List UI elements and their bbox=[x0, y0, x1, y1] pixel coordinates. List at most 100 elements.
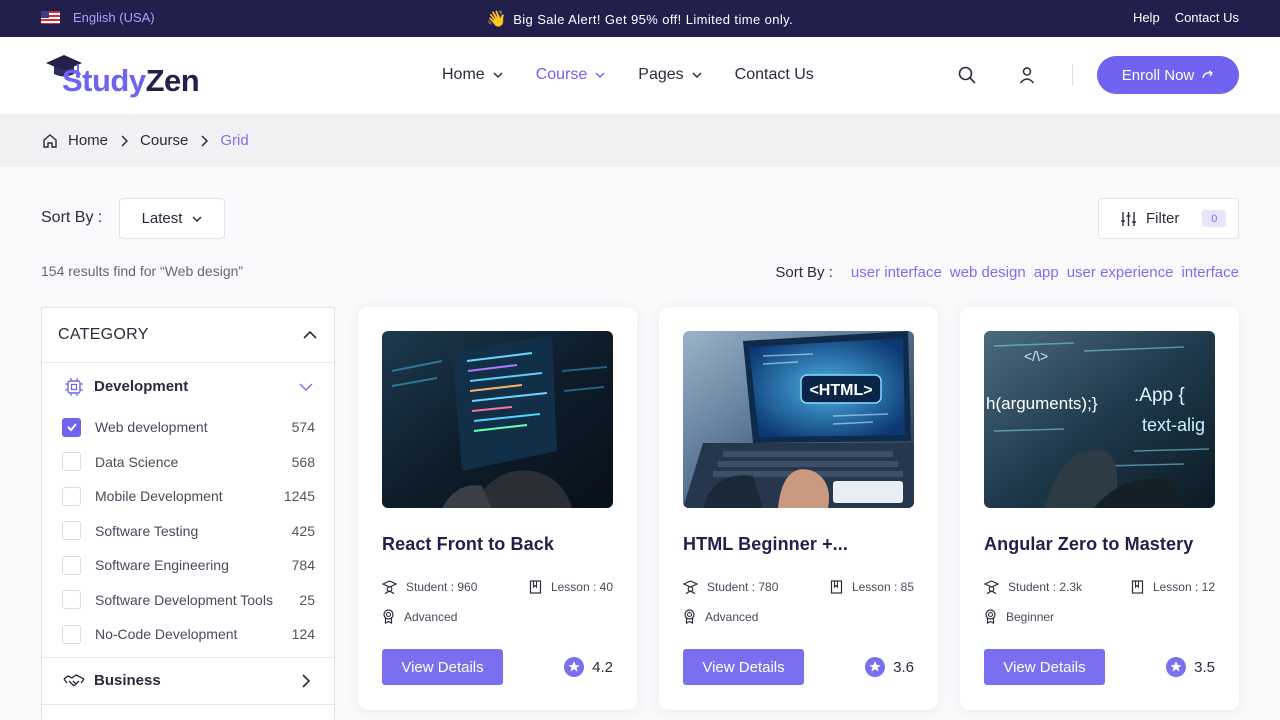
subcategory-software-engineering[interactable]: Software Engineering 784 bbox=[42, 548, 334, 583]
student-icon bbox=[984, 580, 999, 594]
subcategory-software-testing[interactable]: Software Testing 425 bbox=[42, 514, 334, 549]
user-icon[interactable] bbox=[1017, 65, 1037, 85]
tag-sort-label: Sort By : bbox=[775, 264, 833, 281]
sort-value: Latest bbox=[141, 210, 183, 227]
star-icon bbox=[564, 657, 585, 677]
nav-pages[interactable]: Pages bbox=[638, 66, 702, 84]
category-group-business[interactable]: Business bbox=[42, 658, 334, 705]
category-header[interactable]: CATEGORY bbox=[42, 308, 334, 363]
chevron-down-icon bbox=[192, 215, 202, 222]
filter-button[interactable]: Filter 0 bbox=[1098, 198, 1239, 239]
student-icon bbox=[683, 580, 698, 594]
view-details-button[interactable]: View Details bbox=[382, 649, 503, 685]
tag-web-design[interactable]: web design bbox=[950, 264, 1026, 281]
category-title: CATEGORY bbox=[58, 326, 149, 343]
checkbox[interactable] bbox=[62, 590, 81, 610]
logo-text-study: Study bbox=[62, 63, 146, 98]
nav-home-label: Home bbox=[442, 66, 485, 83]
contact-us-link[interactable]: Contact Us bbox=[1175, 10, 1239, 25]
subcategory-no-code-development[interactable]: No-Code Development 124 bbox=[42, 617, 334, 652]
subcategory-label: Web development bbox=[95, 419, 208, 436]
main-nav: Home Course Pages Contact Us bbox=[442, 66, 814, 84]
chevron-up-icon bbox=[303, 330, 317, 339]
help-link[interactable]: Help bbox=[1133, 10, 1160, 25]
tag-filter-row: Sort By : user interface web design app … bbox=[775, 264, 1239, 281]
subcategory-label: Software Engineering bbox=[95, 557, 229, 574]
filter-label: Filter bbox=[1146, 210, 1180, 227]
course-title[interactable]: HTML Beginner +... bbox=[683, 534, 848, 555]
student-count: Student : 960 bbox=[382, 580, 477, 594]
course-title[interactable]: React Front to Back bbox=[382, 534, 554, 555]
chevron-down-icon bbox=[299, 383, 313, 391]
nav-contact-us[interactable]: Contact Us bbox=[735, 66, 814, 84]
subcategory-data-science[interactable]: Data Science 568 bbox=[42, 445, 334, 480]
course-thumbnail[interactable]: <HTML> bbox=[683, 331, 914, 508]
checkbox[interactable] bbox=[62, 555, 81, 575]
checkbox[interactable] bbox=[62, 521, 81, 541]
tag-user-interface[interactable]: user interface bbox=[851, 264, 942, 281]
breadcrumb-course[interactable]: Course bbox=[140, 132, 188, 149]
nav-pages-label: Pages bbox=[638, 66, 684, 83]
arrow-icon bbox=[1202, 70, 1214, 79]
subcategory-mobile-development[interactable]: Mobile Development 1245 bbox=[42, 479, 334, 514]
enroll-now-button[interactable]: Enroll Now bbox=[1097, 56, 1239, 94]
logo-text-zen: Zen bbox=[145, 63, 200, 98]
subcategory-label: No-Code Development bbox=[95, 626, 238, 643]
student-count-text: Student : 960 bbox=[406, 580, 478, 594]
course-thumbnail[interactable] bbox=[382, 331, 613, 508]
search-icon[interactable] bbox=[957, 65, 977, 85]
chevron-down-icon bbox=[692, 72, 702, 79]
lesson-count-text: Lesson : 85 bbox=[851, 580, 914, 594]
subcategory-web-development[interactable]: Web development 574 bbox=[42, 410, 334, 445]
tag-user-experience[interactable]: user experience bbox=[1067, 264, 1174, 281]
course-title[interactable]: Angular Zero to Mastery bbox=[984, 534, 1193, 555]
chevron-right-icon bbox=[121, 134, 129, 147]
course-level-text: Advanced bbox=[404, 609, 458, 624]
subcategory-count: 25 bbox=[299, 591, 315, 608]
view-details-button[interactable]: View Details bbox=[683, 649, 804, 685]
subcategory-count: 1245 bbox=[283, 488, 315, 505]
chevron-down-icon bbox=[493, 72, 503, 79]
student-count: Student : 2.3k bbox=[984, 580, 1082, 594]
category-group-label: Development bbox=[94, 378, 189, 395]
main-header: StudyZen Home Course Pages Contact Us En… bbox=[0, 37, 1280, 114]
view-details-button[interactable]: View Details bbox=[984, 649, 1105, 685]
checkbox[interactable] bbox=[62, 624, 81, 644]
lesson-count: Lesson : 12 bbox=[1131, 580, 1215, 594]
checkbox[interactable] bbox=[62, 486, 81, 506]
checkbox-checked[interactable] bbox=[62, 417, 81, 437]
lesson-count: Lesson : 40 bbox=[529, 580, 613, 594]
subcategory-count: 425 bbox=[291, 522, 315, 539]
development-subcategories: Web development 574 Data Science 568 Mob… bbox=[42, 410, 334, 652]
nav-home[interactable]: Home bbox=[442, 66, 503, 84]
subcategory-count: 784 bbox=[291, 557, 315, 574]
subcategory-software-development-tools[interactable]: Software Development Tools 25 bbox=[42, 583, 334, 618]
handshake-icon bbox=[63, 670, 85, 692]
sort-select[interactable]: Latest bbox=[119, 198, 225, 239]
student-count-text: Student : 2.3k bbox=[1008, 580, 1083, 594]
category-group-development[interactable]: Development bbox=[42, 363, 334, 410]
tag-interface[interactable]: interface bbox=[1181, 264, 1239, 281]
chevron-down-icon bbox=[595, 72, 605, 79]
book-icon bbox=[529, 580, 542, 594]
subcategory-count: 124 bbox=[291, 626, 315, 643]
subcategory-label: Mobile Development bbox=[95, 488, 223, 505]
subcategory-count: 574 bbox=[291, 419, 315, 436]
studyzen-logo[interactable]: StudyZen bbox=[44, 53, 214, 99]
tag-app[interactable]: app bbox=[1034, 264, 1059, 281]
course-rating: 3.5 bbox=[1166, 657, 1215, 677]
rating-value: 3.5 bbox=[1194, 658, 1215, 676]
nav-course-label: Course bbox=[535, 66, 588, 83]
breadcrumb-bar: Home Course Grid bbox=[0, 114, 1280, 167]
breadcrumb: Home Course Grid bbox=[42, 132, 249, 149]
waving-hand-icon: 👋 bbox=[486, 11, 508, 28]
rating-value: 3.6 bbox=[893, 658, 914, 676]
breadcrumb-home[interactable]: Home bbox=[68, 132, 108, 149]
book-icon bbox=[830, 580, 843, 594]
course-thumbnail[interactable]: </\> h(arguments);} .App { text-alig bbox=[984, 331, 1215, 508]
nav-course[interactable]: Course bbox=[536, 66, 606, 84]
star-icon bbox=[1166, 657, 1187, 677]
category-group-label: Business bbox=[94, 672, 161, 689]
checkbox[interactable] bbox=[62, 452, 81, 472]
course-level-text: Advanced bbox=[705, 609, 759, 624]
